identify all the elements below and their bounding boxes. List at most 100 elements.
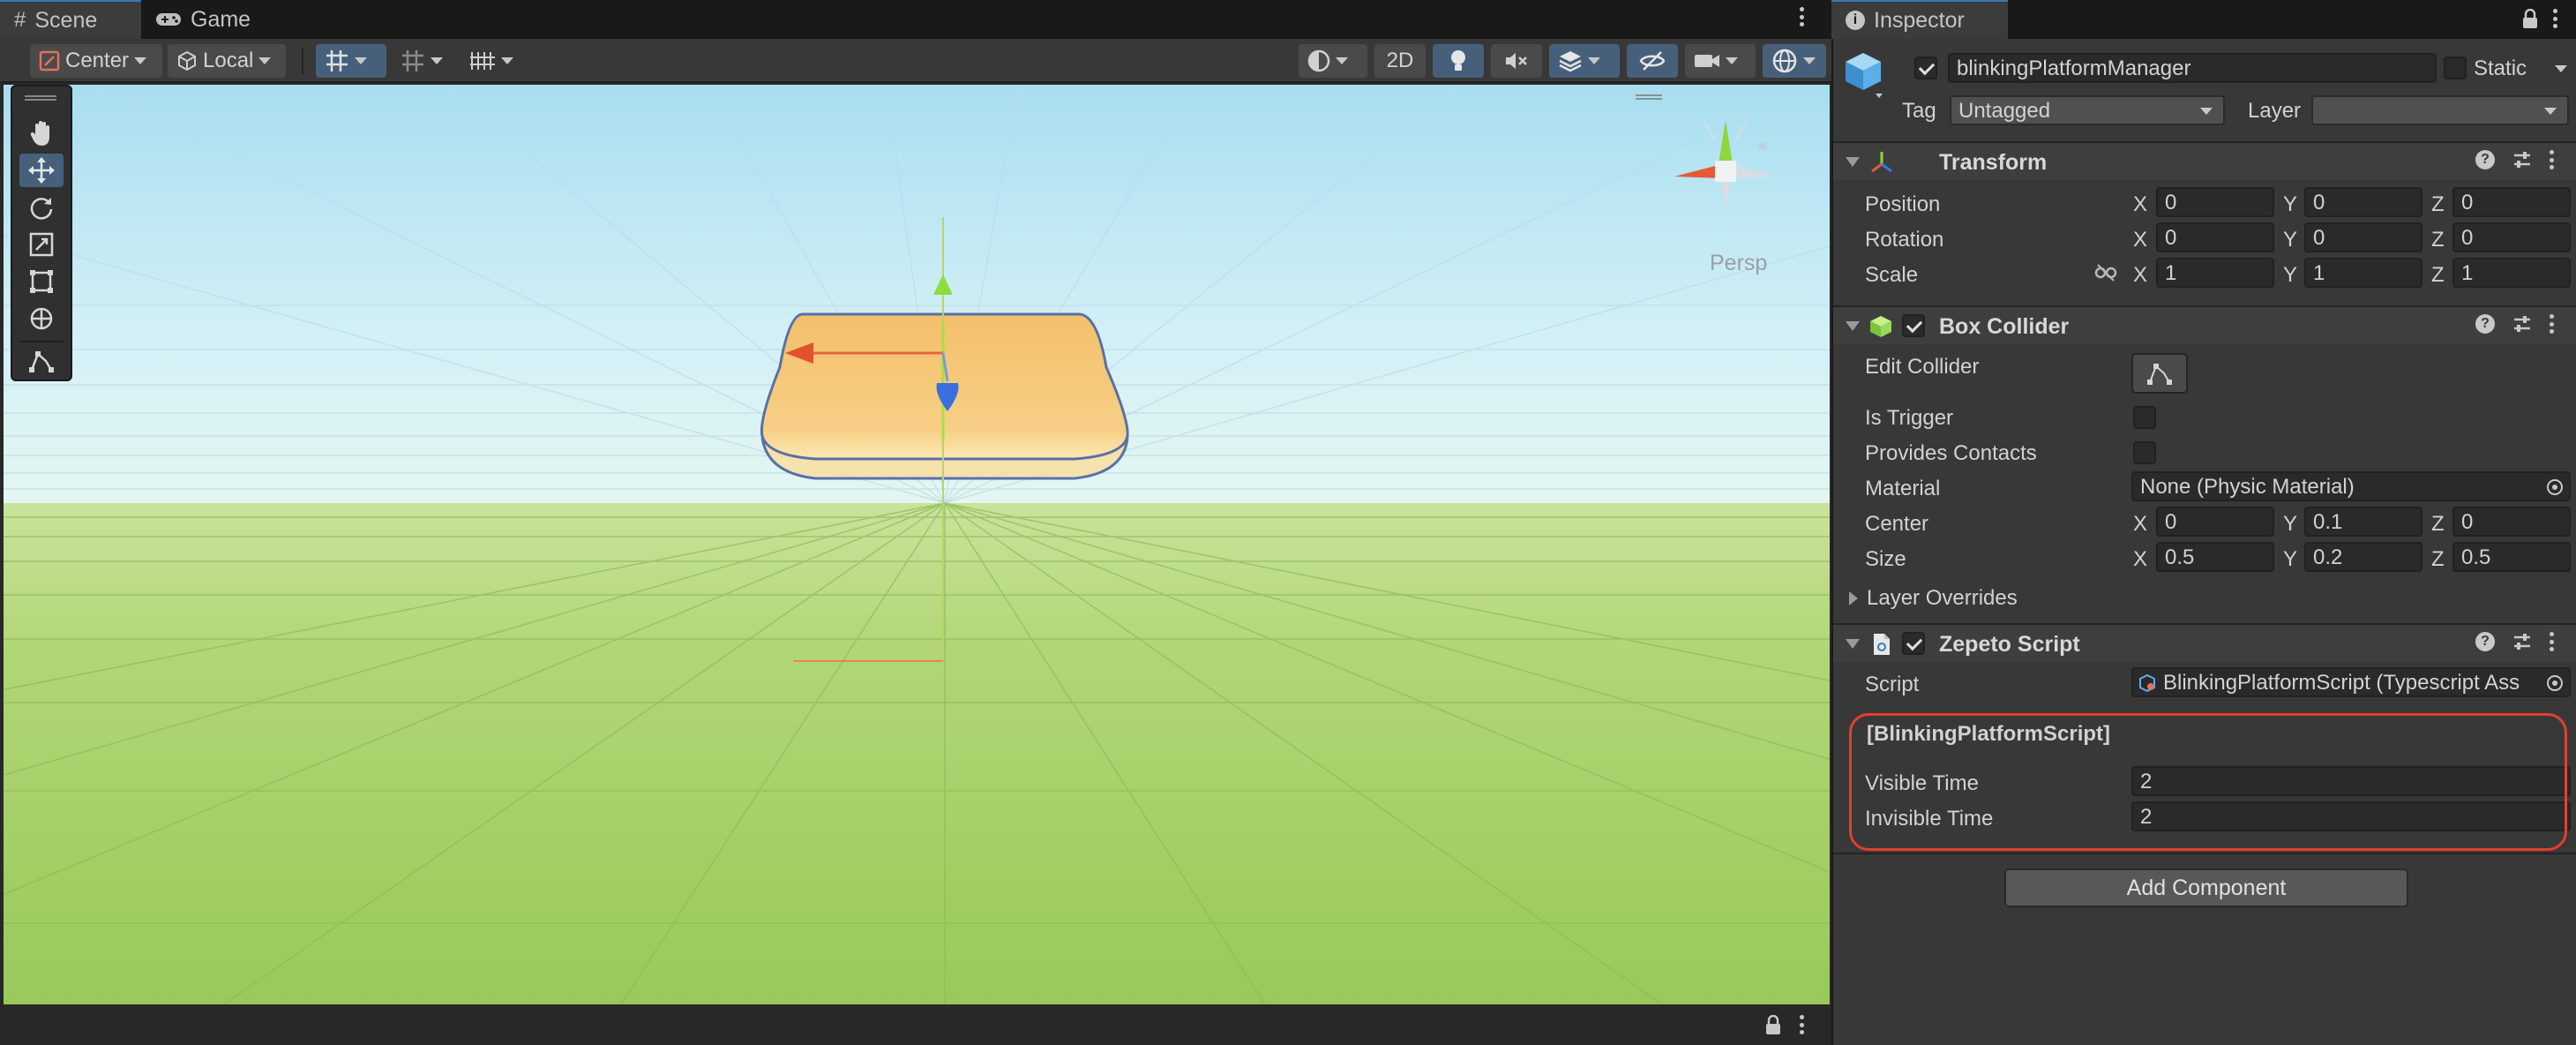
edit-bounds-icon <box>29 351 54 372</box>
center-y-field[interactable]: 0.1 <box>2304 507 2422 537</box>
hand-tool-button[interactable] <box>19 117 64 150</box>
axis-z-label: Z <box>2431 512 2445 536</box>
position-y-field[interactable]: 0 <box>2304 187 2422 217</box>
unlinked-chain-icon[interactable] <box>2094 263 2117 282</box>
chevron-down-icon[interactable] <box>2555 65 2567 72</box>
2d-toggle-label: 2D <box>1386 49 1414 72</box>
tab-inspector[interactable]: i Inspector <box>1831 0 2008 39</box>
material-object-field[interactable]: None (Physic Material) <box>2131 471 2571 501</box>
scene-visibility-button[interactable] <box>1627 44 1678 78</box>
component-menu-icon[interactable] <box>2550 314 2555 334</box>
size-x-field[interactable]: 0.5 <box>2156 542 2274 572</box>
foldout-arrow-icon[interactable] <box>1846 157 1860 167</box>
tag-label: Tag <box>1902 99 1936 123</box>
scale-tool-button[interactable] <box>19 228 64 261</box>
center-z-field[interactable]: 0 <box>2452 507 2571 537</box>
palette-divider <box>19 341 64 342</box>
pivot-rotation-dropdown[interactable]: Local <box>168 44 286 78</box>
pivot-mode-dropdown[interactable]: Center <box>30 44 162 78</box>
more-options-icon[interactable] <box>1800 7 1805 26</box>
move-tool-button[interactable] <box>19 154 64 187</box>
grid-visibility-icon <box>470 52 495 70</box>
rect-tool-button[interactable] <box>19 265 64 298</box>
lighting-toggle-button[interactable] <box>1433 44 1484 78</box>
scale-x-field[interactable]: 1 <box>2156 258 2274 288</box>
tool-palette <box>11 85 72 381</box>
preset-sliders-icon[interactable] <box>2512 150 2532 169</box>
rotation-z-field[interactable]: 0 <box>2452 222 2571 252</box>
center-x-field[interactable]: 0 <box>2156 507 2274 537</box>
pivot-center-icon <box>39 50 60 71</box>
help-icon[interactable]: ? <box>2475 632 2495 651</box>
tab-scene-label: Scene <box>34 7 98 33</box>
object-active-checkbox[interactable] <box>1914 56 1937 79</box>
axis-x-label: X <box>2133 547 2148 571</box>
foldout-arrow-icon[interactable] <box>1846 321 1860 331</box>
chevron-down-icon <box>431 57 443 64</box>
scene-tabbar: # Scene Game <box>0 0 1831 39</box>
scene-viewport[interactable] <box>4 85 1830 1004</box>
component-menu-icon[interactable] <box>2550 632 2555 651</box>
script-object-field[interactable]: BlinkingPlatformScript (Typescript Ass <box>2131 667 2571 697</box>
rotate-tool-button[interactable] <box>19 191 64 224</box>
zepeto-script-enabled-checkbox[interactable] <box>1902 632 1925 655</box>
tab-game-label: Game <box>191 6 251 32</box>
scale-y-field[interactable]: 1 <box>2304 258 2422 288</box>
static-checkbox[interactable] <box>2444 56 2467 79</box>
position-x-field[interactable]: 0 <box>2156 187 2274 217</box>
object-name-field[interactable]: blinkingPlatformManager <box>1948 53 2437 83</box>
foldout-arrow-icon[interactable] <box>1846 639 1860 649</box>
object-picker-icon[interactable] <box>2546 478 2564 496</box>
component-divider <box>1833 853 2576 854</box>
more-options-icon[interactable] <box>2553 9 2558 28</box>
size-y-field[interactable]: 0.2 <box>2304 542 2422 572</box>
rotation-x-field[interactable]: 0 <box>2156 222 2274 252</box>
preset-sliders-icon[interactable] <box>2512 314 2532 334</box>
tag-dropdown[interactable]: Untagged <box>1950 95 2225 125</box>
grid-visibility-button[interactable] <box>461 44 526 78</box>
chevron-down-icon <box>2544 108 2557 115</box>
transform-tool-button[interactable] <box>19 302 64 335</box>
zepeto-script-header[interactable]: Zepeto Script ? <box>1833 623 2576 662</box>
help-icon[interactable]: ? <box>2475 150 2495 169</box>
box-collider-icon <box>1870 316 1891 337</box>
chevron-down-icon <box>1336 57 1348 64</box>
size-z-field[interactable]: 0.5 <box>2452 542 2571 572</box>
script-value: BlinkingPlatformScript (Typescript Ass <box>2163 671 2520 695</box>
transform-header[interactable]: Transform ? <box>1833 141 2576 180</box>
edit-collider-button[interactable] <box>2131 353 2188 394</box>
tab-scene[interactable]: # Scene <box>0 0 141 39</box>
more-options-icon[interactable] <box>1800 1015 1805 1034</box>
effects-toggle-button[interactable] <box>1549 44 1620 78</box>
rotation-y-field[interactable]: 0 <box>2304 222 2422 252</box>
tag-value: Untagged <box>1958 99 2051 123</box>
box-collider-header[interactable]: Box Collider ? <box>1833 305 2576 344</box>
audio-toggle-button[interactable] <box>1491 44 1542 78</box>
lock-icon[interactable] <box>1764 1015 1782 1036</box>
scale-z-field[interactable]: 1 <box>2452 258 2571 288</box>
projection-label[interactable]: Persp <box>1710 251 1767 276</box>
help-icon[interactable]: ? <box>2475 314 2495 334</box>
palette-grip[interactable] <box>25 95 56 101</box>
draw-mode-dropdown[interactable] <box>1299 44 1367 78</box>
incremental-snap-button[interactable] <box>392 44 453 78</box>
scene-camera-dropdown[interactable] <box>1685 44 1756 78</box>
provides-contacts-checkbox[interactable] <box>2133 441 2156 464</box>
inspector-tabbar: i Inspector <box>1831 0 2576 39</box>
object-picker-icon[interactable] <box>2546 674 2564 692</box>
grid-snap-button[interactable] <box>316 44 386 78</box>
add-component-button[interactable]: Add Component <box>2004 868 2408 907</box>
lock-icon[interactable] <box>2521 9 2539 30</box>
grid-snap-icon <box>326 50 348 71</box>
preset-sliders-icon[interactable] <box>2512 632 2532 651</box>
layer-overrides-foldout[interactable]: Layer Overrides <box>1849 586 2018 611</box>
box-collider-enabled-checkbox[interactable] <box>1902 314 1925 337</box>
layer-dropdown[interactable] <box>2311 95 2569 125</box>
gizmos-dropdown[interactable] <box>1763 44 1826 78</box>
component-menu-icon[interactable] <box>2550 150 2555 169</box>
is-trigger-checkbox[interactable] <box>2133 406 2156 429</box>
edit-collider-tool-button[interactable] <box>19 344 64 378</box>
tab-game[interactable]: Game <box>141 0 265 39</box>
position-z-field[interactable]: 0 <box>2452 187 2571 217</box>
2d-toggle-button[interactable]: 2D <box>1374 44 1426 78</box>
